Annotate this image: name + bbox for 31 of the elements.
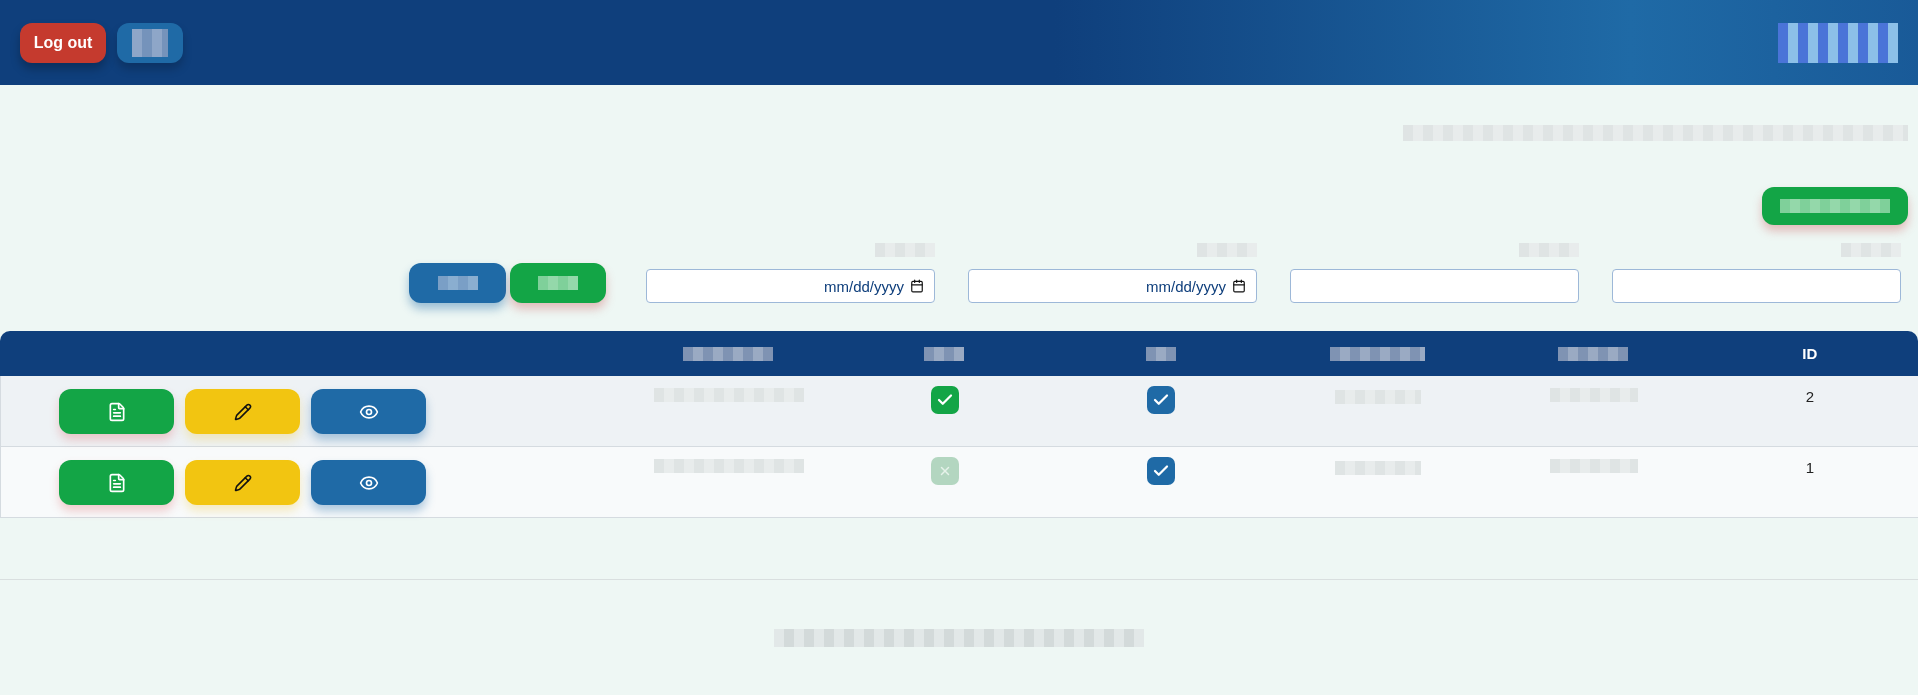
redacted-text: [1145, 346, 1176, 361]
table-cell: 1: [1805, 459, 1815, 476]
pdf-button[interactable]: [59, 460, 174, 505]
table-cell: 2: [1805, 388, 1815, 405]
redacted-text: [437, 276, 478, 290]
checkbox[interactable]: [931, 386, 960, 414]
view-button[interactable]: [311, 460, 426, 505]
redacted-text: [538, 276, 578, 290]
redacted-text: [924, 346, 965, 361]
view-button[interactable]: [311, 389, 426, 434]
edit-button[interactable]: [185, 460, 300, 505]
date-field[interactable]: mm/dd/yyyy: [646, 269, 935, 303]
input-field[interactable]: [1290, 269, 1579, 303]
edit-button[interactable]: [185, 389, 300, 434]
pdf-button[interactable]: [59, 389, 174, 434]
input-field[interactable]: [1612, 269, 1901, 303]
checkbox[interactable]: [1147, 386, 1176, 414]
redacted-button[interactable]: [409, 263, 506, 303]
date-field[interactable]: mm/dd/yyyy: [968, 269, 1257, 303]
checkbox[interactable]: [1147, 457, 1176, 485]
calendar-icon: [910, 279, 924, 293]
pencil-icon: [233, 402, 252, 421]
logout-button[interactable]: Log out: [20, 22, 106, 63]
redacted-button[interactable]: [117, 22, 183, 63]
column-header: ID: [1802, 345, 1818, 362]
redacted-button[interactable]: [1762, 187, 1908, 225]
redacted-text: [1558, 346, 1629, 361]
redacted-button[interactable]: [510, 263, 606, 303]
checkbox[interactable]: [931, 457, 960, 485]
calendar-icon: [1232, 279, 1246, 293]
pencil-icon: [233, 473, 252, 492]
